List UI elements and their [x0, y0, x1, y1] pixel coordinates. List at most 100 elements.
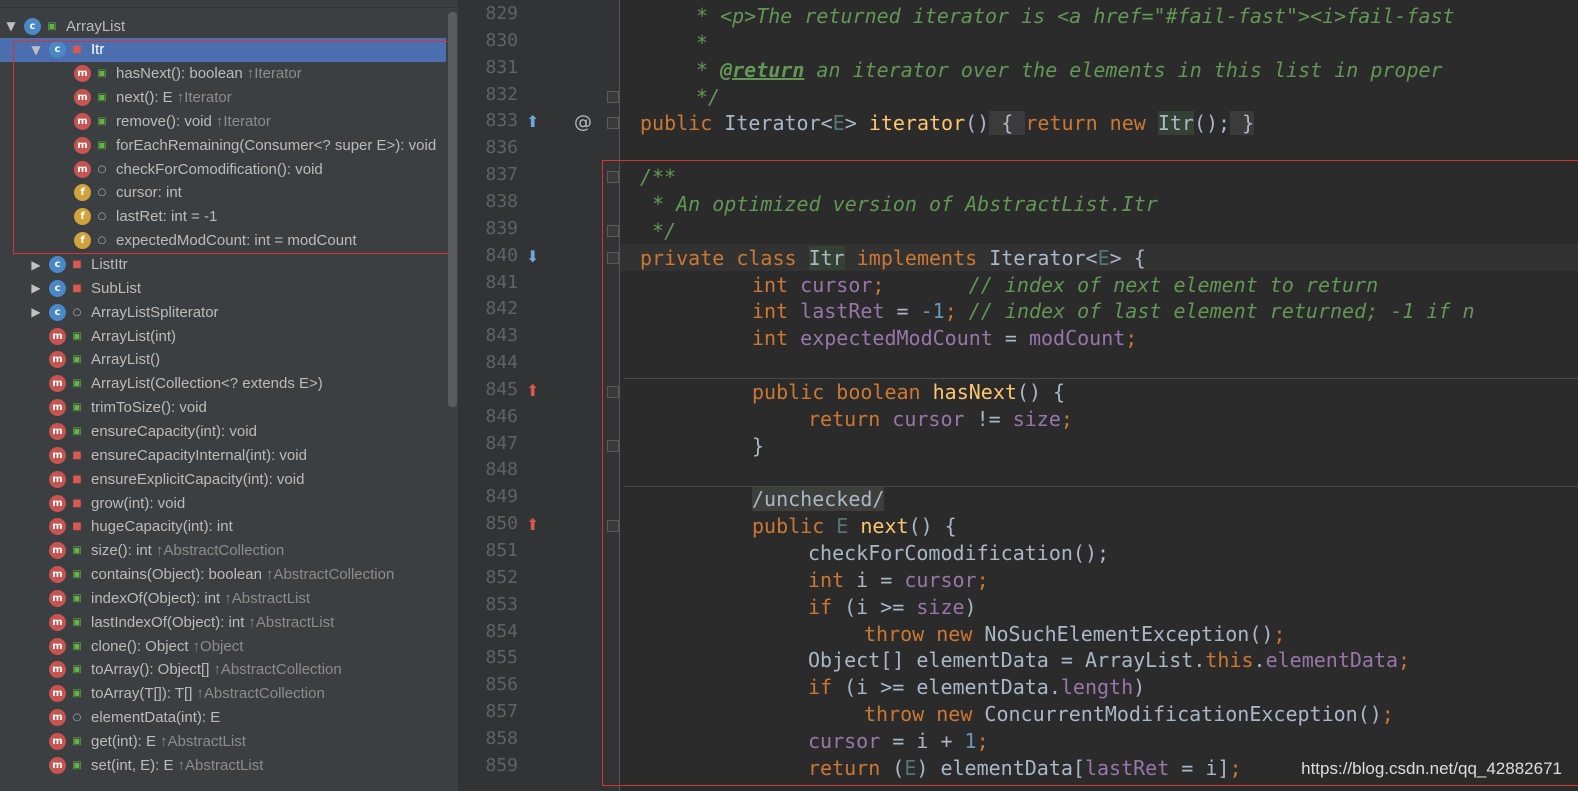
tree-method-node[interactable]: ▶m▣contains(Object): boolean↑AbstractCol… [0, 563, 446, 587]
tree-method-node[interactable]: ▶m■grow(int): void [0, 491, 446, 515]
tree-node-label: ArrayList [66, 17, 126, 35]
class-icon: c [49, 256, 66, 273]
line-number: 836 [485, 137, 518, 159]
code-token: Itr [1157, 111, 1194, 136]
code-token: } [1230, 111, 1255, 136]
tree-node-label: ensureCapacity(int): void [91, 422, 257, 440]
code-token: * [696, 57, 721, 82]
method-icon: m [49, 446, 66, 464]
tree-method-node[interactable]: ▶m▣get(int): E↑AbstractList [0, 730, 446, 754]
tree-node-label: SubList [91, 279, 142, 297]
line-number: 840 [485, 244, 518, 266]
tree-method-node[interactable]: ▶m■ensureExplicitCapacity(int): void [0, 467, 446, 491]
fold-marker-icon[interactable] [607, 90, 619, 103]
structure-toolbar [0, 0, 460, 8]
tree-class-node[interactable]: ▼ c ▣ ArrayList [0, 14, 446, 38]
tree-node-label: size(): int [91, 542, 152, 560]
code-token: */ [696, 84, 721, 109]
code-editor[interactable]: 829 830 831 832 833 ⬆ 836 837 838 839 840 ⬇ 841 842 84… [460, 0, 1578, 791]
watermark: https://blog.csdn.net/qq_42882671 [1301, 759, 1562, 778]
expand-arrow-icon[interactable]: ▼ [4, 19, 18, 33]
tree-node-inherited-from: ↑AbstractList [160, 733, 246, 750]
method-icon: m [49, 709, 66, 727]
tree-class-node[interactable]: ▶ c ■ SubList [0, 276, 446, 300]
line-number: 845 [485, 378, 518, 400]
editor-gutter: 829 830 831 832 833 ⬆ 836 837 838 839 840 ⬇ 841 842 84… [460, 0, 620, 791]
implements-method-icon[interactable]: ⬆ [526, 381, 539, 400]
class-icon: c [49, 279, 66, 297]
tree-node-inherited-from: ↑AbstractCollection [265, 566, 395, 584]
code-token: Iterator< [724, 111, 833, 136]
line-number: 855 [485, 647, 518, 669]
line-number: 842 [485, 298, 518, 320]
itr-code-highlight-box [602, 160, 1578, 786]
code-token: () [965, 111, 990, 136]
method-icon: m [49, 327, 66, 345]
tree-node-inherited-from: ↑AbstractCollection [196, 685, 325, 703]
at-annotation-icon[interactable]: @ [574, 112, 592, 133]
public-visibility-icon: ▣ [72, 664, 82, 676]
collapse-arrow-icon[interactable]: ▶ [29, 258, 43, 272]
tree-method-node[interactable]: ▶m■ensureCapacityInternal(int): void [0, 443, 446, 467]
public-visibility-icon: ▣ [72, 759, 82, 771]
line-number: 844 [485, 352, 518, 374]
collapse-arrow-icon[interactable]: ▶ [29, 281, 43, 295]
line-number: 850 [485, 513, 518, 535]
private-visibility-icon: ■ [72, 449, 82, 461]
tree-node-inherited-from: ↑Object [192, 637, 244, 655]
line-number: 852 [485, 566, 518, 588]
tree-method-node[interactable]: ▶m▣clone(): Object↑Object [0, 634, 446, 658]
code-line[interactable]: */ [696, 84, 720, 111]
code-token: an iterator over the elements in this li… [804, 57, 1443, 82]
private-visibility-icon: ■ [72, 521, 82, 533]
class-icon: c [49, 303, 66, 321]
tree-method-node[interactable]: ▶m▣ArrayList(int) [0, 324, 446, 348]
code-token: { [989, 111, 1026, 136]
line-number: 839 [485, 217, 518, 239]
fold-marker-icon[interactable] [607, 117, 619, 130]
code-line[interactable]: * @return an iterator over the elements … [696, 57, 1443, 84]
tree-method-node[interactable]: ▶m▣ArrayList() [0, 348, 446, 372]
tree-class-node[interactable]: ▶ c ○ ArrayListSpliterator [0, 300, 446, 324]
collapse-arrow-icon[interactable]: ▶ [29, 305, 43, 319]
tree-node-inherited-from: ↑AbstractList [177, 756, 264, 774]
line-number: 859 [485, 754, 518, 776]
tree-method-node[interactable]: ▶m▣trimToSize(): void [0, 396, 446, 420]
tree-node-label: set(int, E): E [91, 756, 174, 774]
tree-node-label: toArray(): Object[] [91, 661, 210, 679]
line-number: 849 [485, 486, 518, 508]
method-icon: m [49, 422, 66, 440]
line-number: 831 [485, 56, 518, 78]
tree-method-node[interactable]: ▶m▣toArray(): Object[]↑AbstractCollectio… [0, 658, 446, 682]
code-token: public [640, 111, 725, 136]
tree-method-node[interactable]: ▶m▣ensureCapacity(int): void [0, 419, 446, 443]
line-number: 848 [485, 459, 518, 481]
structure-scrollbar[interactable] [448, 12, 457, 407]
method-icon: m [49, 661, 66, 679]
tree-method-node[interactable]: ▶m■hugeCapacity(int): int [0, 515, 446, 539]
method-icon: m [49, 566, 66, 584]
method-icon: m [49, 756, 66, 774]
code-line[interactable]: * <p>The returned iterator is <a href="#… [696, 3, 1455, 30]
tree-node-label: toArray(T[]): T[] [91, 685, 193, 703]
line-number: 846 [485, 405, 518, 427]
tree-method-node[interactable]: ▶m▣ArrayList(Collection<? extends E>) [0, 372, 446, 396]
tree-method-node[interactable]: ▶m○elementData(int): E [0, 706, 446, 730]
tree-node-label: ensureExplicitCapacity(int): void [91, 470, 305, 488]
code-line[interactable]: * [696, 30, 708, 57]
method-icon: m [49, 685, 66, 703]
tree-class-node[interactable]: ▶ c ■ ListItr [0, 253, 446, 277]
code-line[interactable]: public Iterator<E> iterator() { return n… [640, 110, 1255, 137]
tree-method-node[interactable]: ▶m▣size(): int↑AbstractCollection [0, 539, 446, 563]
structure-panel: ▼c▣ArrayList▼c■Itr▶m▣hasNext(): boolean↑… [0, 0, 460, 791]
tree-method-node[interactable]: ▶m▣lastIndexOf(Object): int↑AbstractList [0, 610, 446, 634]
method-icon: m [49, 494, 66, 512]
implements-method-icon[interactable]: ⬆ [526, 515, 539, 534]
tree-node-label: get(int): E [91, 733, 157, 750]
tree-method-node[interactable]: ▶m▣toArray(T[]): T[]↑AbstractCollection [0, 682, 446, 706]
tree-method-node[interactable]: ▶m▣indexOf(Object): int↑AbstractList [0, 586, 446, 610]
tree-method-node[interactable]: ▶m▣set(int, E): E↑AbstractList [0, 753, 446, 777]
private-visibility-icon: ■ [72, 473, 82, 485]
implemented-by-icon[interactable]: ⬇ [526, 247, 539, 266]
overrides-method-icon[interactable]: ⬆ [526, 112, 539, 131]
